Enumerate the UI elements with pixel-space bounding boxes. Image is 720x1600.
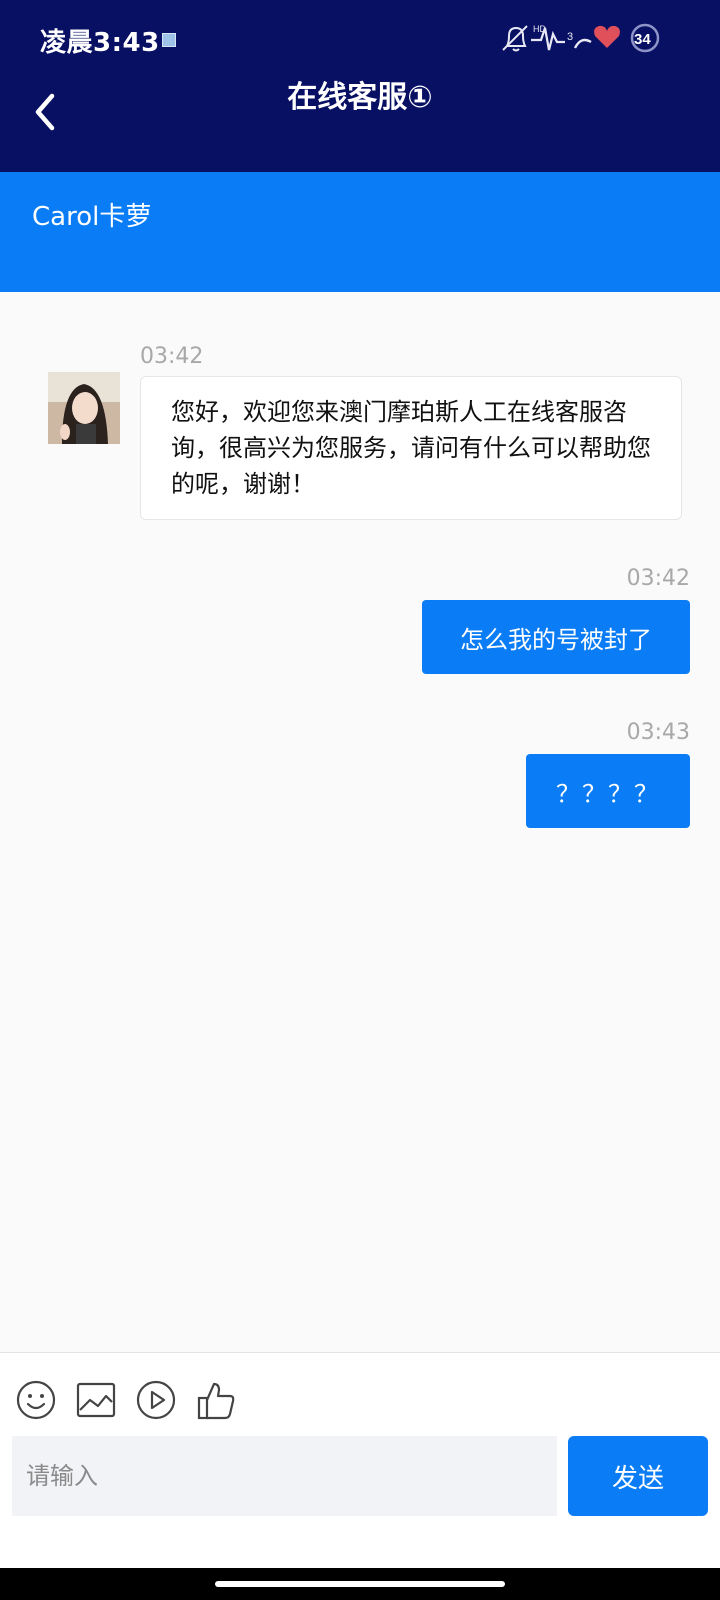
- battery-level: 34: [634, 31, 651, 48]
- send-button[interactable]: 发送: [568, 1436, 708, 1516]
- notification-icon: [162, 33, 176, 47]
- agent-avatar[interactable]: [48, 372, 120, 444]
- mute-bell-icon: [502, 25, 528, 52]
- page-title: 在线客服①: [287, 80, 433, 115]
- outgoing-message[interactable]: ？？？？: [526, 754, 690, 828]
- signal-label: 3: [567, 31, 573, 43]
- home-indicator[interactable]: [215, 1581, 505, 1587]
- status-icons: HD 3 34: [502, 23, 660, 53]
- video-icon[interactable]: [134, 1378, 178, 1422]
- message-time: 03:42: [140, 344, 204, 369]
- incoming-message[interactable]: 您好，欢迎您来澳门摩珀斯人工在线客服咨询，很高兴为您服务，请问有什么可以帮助您的…: [140, 376, 682, 520]
- wifi-icon: [573, 38, 592, 49]
- home-indicator-bar: [0, 1568, 720, 1600]
- thumbs-up-icon[interactable]: [194, 1378, 238, 1422]
- message-input[interactable]: [12, 1436, 557, 1516]
- message-time: 03:43: [626, 720, 690, 745]
- heart-icon: [594, 25, 620, 48]
- outgoing-message[interactable]: 怎么我的号被封了: [422, 600, 690, 674]
- emoji-icon[interactable]: [14, 1378, 58, 1422]
- status-time: 凌晨3:43: [40, 28, 160, 58]
- image-icon[interactable]: [74, 1378, 118, 1422]
- message-time: 03:42: [626, 566, 690, 591]
- header: 凌晨3:43 HD 3 34 在线客服①: [0, 0, 720, 172]
- agent-name: Carol卡萝: [32, 202, 152, 232]
